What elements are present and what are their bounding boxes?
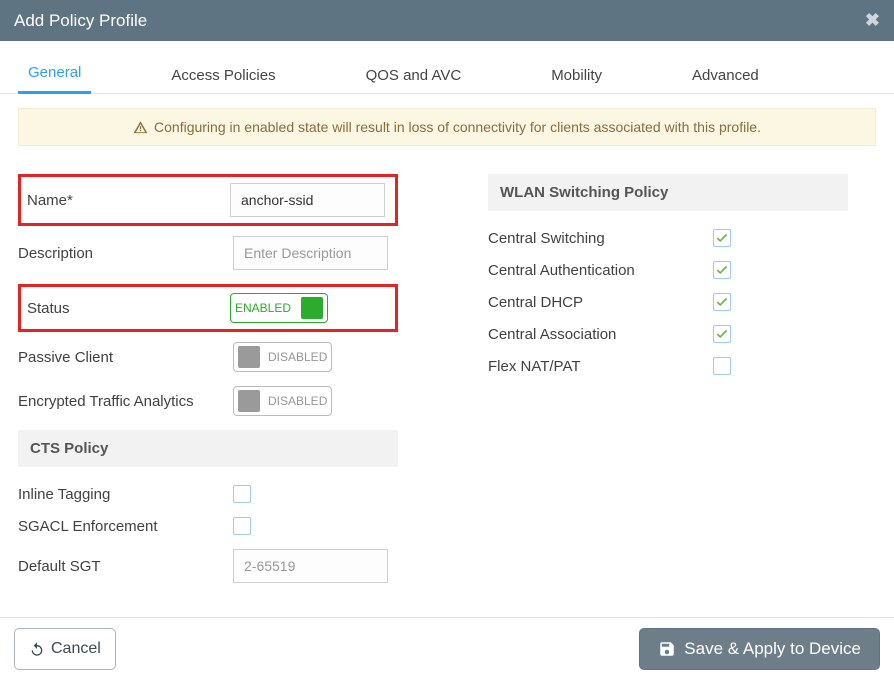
central-switching-label: Central Switching <box>488 230 713 247</box>
name-label: Name* <box>27 192 230 209</box>
warning-icon <box>133 120 148 135</box>
cancel-button[interactable]: Cancel <box>14 628 116 670</box>
central-dhcp-checkbox[interactable] <box>713 293 731 311</box>
sgacl-enforcement-label: SGACL Enforcement <box>18 518 233 535</box>
save-icon <box>658 640 676 658</box>
left-column: Name* Description Status ENABLED Pa <box>18 174 398 597</box>
encrypted-traffic-knob <box>238 390 260 412</box>
flex-nat-pat-label: Flex NAT/PAT <box>488 358 713 375</box>
description-input[interactable] <box>233 236 388 270</box>
warning-alert: Configuring in enabled state will result… <box>18 108 876 146</box>
passive-client-toggle[interactable]: DISABLED <box>233 342 332 372</box>
central-authentication-label: Central Authentication <box>488 262 713 279</box>
warning-text: Configuring in enabled state will result… <box>154 119 761 135</box>
dialog-titlebar: Add Policy Profile ✖ <box>0 0 894 41</box>
passive-client-knob <box>238 346 260 368</box>
central-authentication-checkbox[interactable] <box>713 261 731 279</box>
cancel-button-label: Cancel <box>51 640 101 658</box>
description-label: Description <box>18 245 233 262</box>
central-dhcp-label: Central DHCP <box>488 294 713 311</box>
status-highlight: Status ENABLED <box>18 284 398 332</box>
status-toggle[interactable]: ENABLED <box>230 293 328 323</box>
sgacl-enforcement-checkbox[interactable] <box>233 517 251 535</box>
encrypted-traffic-toggle[interactable]: DISABLED <box>233 386 332 416</box>
dialog-title: Add Policy Profile <box>14 11 147 31</box>
default-sgt-input[interactable] <box>233 549 388 583</box>
encrypted-traffic-toggle-text: DISABLED <box>268 394 327 408</box>
save-apply-button-label: Save & Apply to Device <box>684 639 861 659</box>
inline-tagging-label: Inline Tagging <box>18 486 233 503</box>
tab-qos-avc[interactable]: QOS and AVC <box>356 61 472 94</box>
wlan-switching-header: WLAN Switching Policy <box>488 174 848 211</box>
flex-nat-pat-checkbox[interactable] <box>713 357 731 375</box>
cts-policy-header: CTS Policy <box>18 430 398 467</box>
passive-client-label: Passive Client <box>18 349 233 366</box>
central-association-label: Central Association <box>488 326 713 343</box>
right-column: WLAN Switching Policy Central Switching … <box>488 174 848 597</box>
inline-tagging-checkbox[interactable] <box>233 485 251 503</box>
tab-access-policies[interactable]: Access Policies <box>161 61 285 94</box>
central-association-checkbox[interactable] <box>713 325 731 343</box>
tab-advanced[interactable]: Advanced <box>682 61 769 94</box>
passive-client-toggle-text: DISABLED <box>268 350 327 364</box>
name-input[interactable] <box>230 183 385 217</box>
tab-mobility[interactable]: Mobility <box>541 61 612 94</box>
encrypted-traffic-label: Encrypted Traffic Analytics <box>18 393 233 410</box>
central-switching-checkbox[interactable] <box>713 229 731 247</box>
add-policy-profile-dialog: Add Policy Profile ✖ General Access Poli… <box>0 0 894 680</box>
tab-general[interactable]: General <box>18 58 91 94</box>
status-toggle-knob <box>301 297 323 319</box>
status-label: Status <box>27 300 230 317</box>
dialog-footer: Cancel Save & Apply to Device <box>0 617 894 680</box>
form-content: Name* Description Status ENABLED Pa <box>0 160 894 617</box>
save-apply-button[interactable]: Save & Apply to Device <box>639 628 880 670</box>
name-highlight: Name* <box>18 174 398 226</box>
status-toggle-text: ENABLED <box>235 301 291 315</box>
tab-bar: General Access Policies QOS and AVC Mobi… <box>0 41 894 94</box>
default-sgt-label: Default SGT <box>18 558 233 575</box>
close-icon[interactable]: ✖ <box>865 10 880 31</box>
